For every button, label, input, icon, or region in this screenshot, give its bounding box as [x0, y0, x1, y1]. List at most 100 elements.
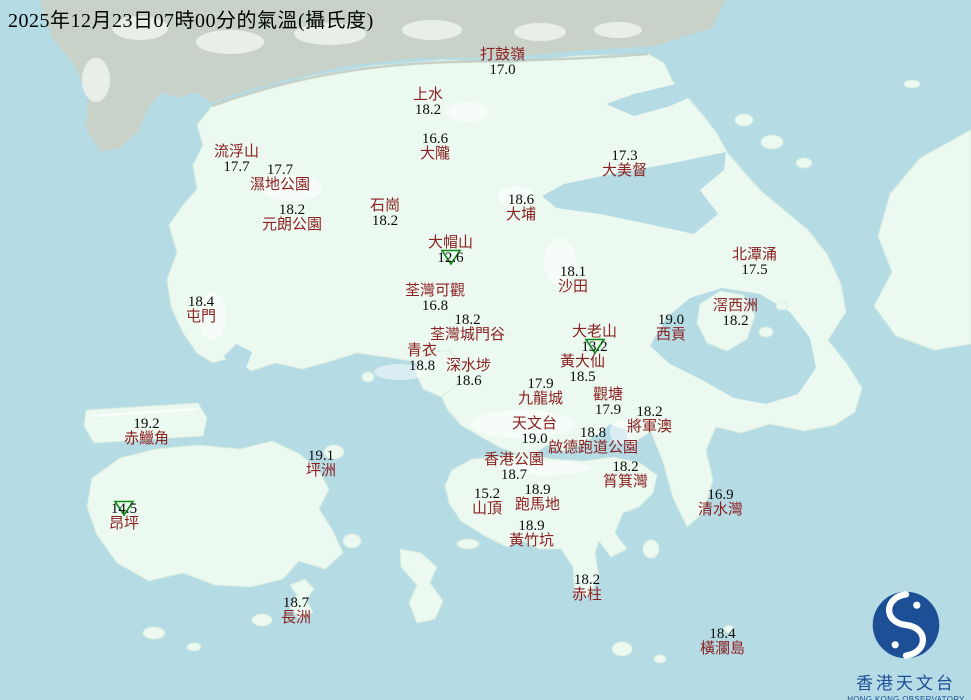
- station-temperature: 17.9: [593, 403, 623, 418]
- station-temperature: 15.2: [472, 487, 502, 502]
- temperature-value: 18.8: [408, 358, 436, 374]
- station-name: 長洲: [281, 610, 312, 626]
- station-label: 18.1 沙田: [558, 265, 588, 295]
- temperature-value: 18.2: [612, 459, 639, 475]
- station-temperature: 18.7: [484, 468, 544, 483]
- station-name: 打鼓嶺: [480, 47, 526, 63]
- temperature-value: 18.2: [371, 213, 399, 229]
- station-label: 打鼓嶺 17.0: [480, 48, 525, 78]
- temperature-value: 18.2: [722, 313, 749, 329]
- station-label: 香港公園 18.7: [484, 453, 544, 483]
- temperature-value: 19.0: [521, 431, 548, 447]
- station-temperature: 18.9: [509, 519, 554, 534]
- station-name: 大隴: [420, 146, 451, 162]
- station-name: 上水: [413, 87, 444, 103]
- station-label: 18.6 大埔: [506, 193, 536, 223]
- temperature-value: 12.6: [437, 250, 464, 266]
- hko-logo-name-zh: 香港天文台: [856, 674, 956, 693]
- station-name: 元朗公園: [262, 217, 323, 233]
- temperature-value: 16.6: [421, 131, 449, 147]
- station-name: 大埔: [506, 207, 537, 223]
- temperature-value: 17.0: [489, 62, 516, 78]
- station-name: 屯門: [186, 309, 217, 325]
- station-temperature: 17.9: [518, 377, 563, 392]
- temperature-value: 18.9: [524, 482, 551, 498]
- station-temperature: 13.2: [572, 338, 617, 355]
- station-label: 17.7 濕地公園: [250, 163, 310, 193]
- station-name: 坪洲: [306, 463, 337, 479]
- station-name: 黃大仙: [560, 354, 606, 370]
- station-label: 大老山 13.2: [572, 325, 617, 355]
- station-temperature: 18.2: [603, 460, 648, 475]
- temperature-value: 14.5: [110, 501, 138, 517]
- temperature-value: 18.7: [282, 595, 310, 611]
- station-name: 滘西洲: [713, 298, 759, 314]
- station-temperature: 18.1: [558, 265, 588, 280]
- temperature-value: 18.5: [569, 369, 596, 385]
- station-name: 青衣: [407, 343, 438, 359]
- temperature-value: 16.9: [707, 487, 734, 503]
- station-temperature: 18.2: [413, 103, 443, 118]
- station-temperature: 17.3: [602, 149, 647, 164]
- station-label: 19.0 西貢: [656, 313, 686, 343]
- station-label: 青衣 18.8: [407, 344, 437, 374]
- temperature-value: 18.2: [636, 404, 663, 420]
- temperature-value: 19.2: [133, 416, 160, 432]
- temperature-value: 17.9: [527, 376, 554, 392]
- station-name: 昂坪: [109, 516, 140, 532]
- station-name: 九龍城: [518, 391, 564, 407]
- station-temperature: 18.7: [281, 596, 311, 611]
- temperature-value: 13.2: [581, 339, 608, 355]
- station-name: 啟德跑道公園: [548, 440, 639, 456]
- station-name: 赤柱: [572, 587, 603, 603]
- station-label: 上水 18.2: [413, 88, 443, 118]
- temperature-map-screen: 2025年12月23日07時00分的氣溫(攝氏度) 打鼓嶺 17.0 上水 18.2 1…: [0, 0, 971, 700]
- temperature-value: 17.3: [611, 148, 638, 164]
- temperature-value: 18.9: [518, 518, 545, 534]
- station-temperature: 19.0: [656, 313, 686, 328]
- station-name: 濕地公園: [250, 177, 311, 193]
- station-temperature: 18.2: [627, 405, 672, 420]
- station-label: 16.9 清水灣: [698, 488, 743, 518]
- station-label: 黃大仙 18.5: [560, 355, 605, 385]
- station-name: 大美督: [602, 163, 648, 179]
- station-label: 14.5 昂坪: [109, 500, 140, 532]
- station-temperature: 18.5: [560, 370, 605, 385]
- station-label: 19.2 赤鱲角: [124, 417, 169, 447]
- station-label: 18.2 元朗公園: [262, 203, 322, 233]
- station-name: 橫瀾島: [700, 641, 746, 657]
- station-temperature: 18.2: [713, 314, 758, 329]
- station-label: 石崗 18.2: [370, 199, 400, 229]
- temperature-value: 17.9: [594, 402, 622, 418]
- temperature-value: 18.1: [559, 264, 587, 280]
- station-temperature: 18.6: [506, 193, 536, 208]
- station-temperature: 18.8: [548, 426, 638, 441]
- station-temperature: 18.2: [572, 573, 602, 588]
- station-temperature: 18.6: [446, 374, 491, 389]
- temperature-value: 18.8: [579, 425, 607, 441]
- temperature-value: 18.2: [454, 312, 481, 328]
- station-temperature: 18.2: [430, 313, 505, 328]
- station-label: 17.3 大美督: [602, 149, 647, 179]
- station-label: 19.1 坪洲: [306, 449, 336, 479]
- station-label: 18.9 黃竹坑: [509, 519, 554, 549]
- station-label: 荃灣可觀 16.8: [405, 284, 465, 314]
- hko-logo: 香港天文台 HONG KONG OBSERVATORY: [845, 589, 967, 700]
- station-temperature: 17.5: [732, 263, 777, 278]
- station-label: 18.9 跑馬地: [515, 483, 560, 513]
- temperature-value: 16.8: [421, 298, 449, 314]
- station-label: 滘西洲 18.2: [713, 299, 758, 329]
- station-name: 筲箕灣: [603, 474, 649, 490]
- station-temperature: 18.4: [186, 295, 216, 310]
- station-name: 流浮山: [214, 144, 260, 160]
- station-name: 跑馬地: [515, 497, 561, 513]
- temperature-value: 18.2: [414, 102, 442, 118]
- station-label: 18.8 啟德跑道公園: [548, 426, 638, 456]
- station-temperature: 18.9: [515, 483, 560, 498]
- station-name: 黃竹坑: [509, 533, 555, 549]
- station-label: 18.4 屯門: [186, 295, 216, 325]
- hko-logo-icon: [872, 591, 940, 659]
- station-label: 北潭涌 17.5: [732, 248, 777, 278]
- temperature-value: 18.2: [278, 202, 306, 218]
- station-label: 18.4 橫瀾島: [700, 627, 745, 657]
